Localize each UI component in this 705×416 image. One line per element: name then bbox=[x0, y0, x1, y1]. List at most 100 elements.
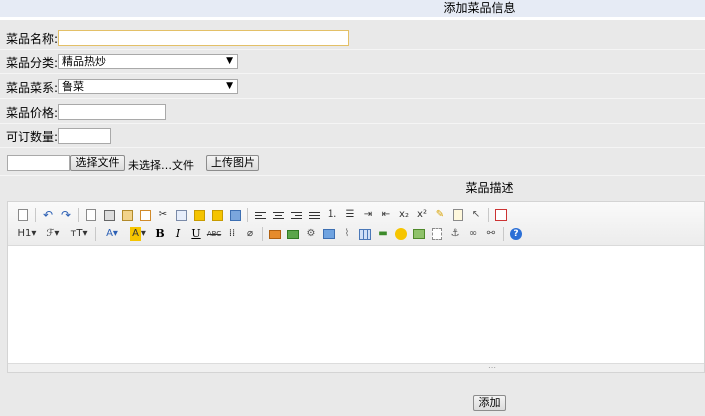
italic-icon[interactable]: I bbox=[171, 227, 185, 241]
dish-price-label: 菜品价格: bbox=[6, 106, 59, 120]
dish-name-label: 菜品名称: bbox=[6, 32, 59, 46]
font-color-icon[interactable]: A ▾ bbox=[101, 227, 123, 241]
image-path-input[interactable] bbox=[7, 155, 70, 171]
editor-resize-handle[interactable]: ⋯ bbox=[8, 363, 704, 372]
page-title-bar: 添加菜品信息 bbox=[0, 0, 705, 17]
toolbar-separator bbox=[488, 208, 489, 222]
source-icon[interactable] bbox=[16, 208, 30, 222]
page-title: 添加菜品信息 bbox=[443, 1, 516, 15]
font-family-icon[interactable]: ℱ ▾ bbox=[42, 227, 64, 241]
toolbar-separator bbox=[247, 208, 248, 222]
dish-category-value: 精品热炒 bbox=[62, 55, 106, 68]
paste-text-icon[interactable] bbox=[210, 208, 224, 222]
image-icon[interactable] bbox=[268, 227, 282, 241]
heading-icon[interactable]: H1 ▾ bbox=[16, 227, 38, 241]
select-all-icon[interactable] bbox=[451, 208, 465, 222]
align-left-icon[interactable] bbox=[253, 208, 267, 222]
line-height-icon[interactable]: ⁞⁞ bbox=[225, 227, 239, 241]
dish-cuisine-label: 菜品菜系: bbox=[6, 81, 59, 95]
unlink-icon[interactable]: ⚯ bbox=[484, 227, 498, 241]
code-icon[interactable] bbox=[138, 208, 152, 222]
anchor-icon[interactable]: ⚓ bbox=[448, 227, 462, 241]
redo-icon[interactable]: ↷ bbox=[59, 208, 73, 222]
font-size-label: тT bbox=[70, 228, 83, 239]
underline-icon[interactable]: U bbox=[189, 227, 203, 241]
description-section-title: 菜品描述 bbox=[0, 179, 705, 197]
row-dish-quantity: 可订数量: bbox=[0, 124, 705, 148]
preview-icon[interactable] bbox=[84, 208, 98, 222]
outdent-icon[interactable]: ⇤ bbox=[379, 208, 393, 222]
dish-cuisine-select[interactable]: 鲁菜 ▼ bbox=[58, 79, 238, 94]
emoticon-icon[interactable] bbox=[394, 227, 408, 241]
template-icon[interactable] bbox=[120, 208, 134, 222]
toolbar-separator bbox=[35, 208, 36, 222]
justify-icon[interactable] bbox=[307, 208, 321, 222]
about-icon[interactable]: ? bbox=[509, 227, 523, 241]
highlight-color-icon[interactable]: A ▾ bbox=[127, 227, 149, 241]
strikethrough-icon[interactable]: ABC bbox=[207, 227, 221, 241]
dish-form: 菜品名称: 菜品分类: 精品热炒 ▼ 菜品菜系: 鲁菜 ▼ 菜品价格: 可订数量… bbox=[0, 20, 705, 416]
media-icon[interactable] bbox=[322, 227, 336, 241]
link-icon[interactable]: ∞ bbox=[466, 227, 480, 241]
print-icon[interactable] bbox=[102, 208, 116, 222]
font-family-label: ℱ bbox=[46, 228, 55, 239]
toolbar-separator bbox=[95, 227, 96, 241]
eraser-icon[interactable]: ⌀ bbox=[243, 227, 257, 241]
paste-word-icon[interactable] bbox=[228, 208, 242, 222]
dish-name-input[interactable] bbox=[58, 30, 349, 46]
font-color-label: A bbox=[106, 228, 113, 239]
description-title: 菜品描述 bbox=[465, 181, 514, 195]
table-icon[interactable] bbox=[358, 227, 372, 241]
chevron-down-icon: ▼ bbox=[226, 81, 233, 91]
copy-icon[interactable] bbox=[174, 208, 188, 222]
paste-icon[interactable] bbox=[192, 208, 206, 222]
attachment-icon[interactable]: ⌇ bbox=[340, 227, 354, 241]
superscript-icon[interactable]: x² bbox=[415, 208, 429, 222]
font-size-icon[interactable]: тT ▾ bbox=[68, 227, 90, 241]
cut-icon[interactable]: ✂ bbox=[156, 208, 170, 222]
chevron-down-icon: ▼ bbox=[226, 56, 233, 66]
dish-quantity-input[interactable] bbox=[58, 128, 111, 144]
row-dish-name: 菜品名称: bbox=[0, 26, 705, 50]
dish-category-label: 菜品分类: bbox=[6, 56, 59, 70]
submit-add-button[interactable]: 添加 bbox=[473, 395, 506, 411]
editor-content-area[interactable] bbox=[8, 246, 704, 363]
dish-cuisine-value: 鲁菜 bbox=[62, 80, 84, 93]
row-dish-category: 菜品分类: 精品热炒 ▼ bbox=[0, 50, 705, 74]
clear-format-icon[interactable]: ✎ bbox=[433, 208, 447, 222]
editor-toolbar: ↶ ↷ ✂ ⒈ ☰ ⇥ ⇤ x₂ x² ✎ ↖ H1 ▾ ℱ ▾ тT ▾ A … bbox=[8, 202, 704, 246]
multi-image-icon[interactable] bbox=[286, 227, 300, 241]
subscript-icon[interactable]: x₂ bbox=[397, 208, 411, 222]
toolbar-separator bbox=[262, 227, 263, 241]
dish-quantity-label: 可订数量: bbox=[6, 130, 59, 144]
ordered-list-icon[interactable]: ⒈ bbox=[325, 208, 339, 222]
add-dish-page: 添加菜品信息 菜品名称: 菜品分类: 精品热炒 ▼ 菜品菜系: 鲁菜 ▼ 菜品价… bbox=[0, 0, 705, 416]
undo-icon[interactable]: ↶ bbox=[41, 208, 55, 222]
upload-image-button[interactable]: 上传图片 bbox=[206, 155, 259, 171]
highlight-label: A bbox=[130, 227, 141, 241]
bold-icon[interactable]: B bbox=[153, 227, 167, 241]
row-dish-cuisine: 菜品菜系: 鲁菜 ▼ bbox=[0, 75, 705, 99]
unordered-list-icon[interactable]: ☰ bbox=[343, 208, 357, 222]
resize-grip-icon: ⋯ bbox=[488, 363, 496, 372]
align-center-icon[interactable] bbox=[271, 208, 285, 222]
toolbar-row-2: H1 ▾ ℱ ▾ тT ▾ A ▾ A ▾ B I U ABC ⁞⁞ ⌀ ⚙ ⌇… bbox=[14, 225, 525, 243]
row-dish-price: 菜品价格: bbox=[0, 100, 705, 124]
toolbar-separator bbox=[503, 227, 504, 241]
flash-icon[interactable]: ⚙ bbox=[304, 227, 318, 241]
file-status-text: 未选择…文件 bbox=[128, 159, 194, 172]
heading-label: H1 bbox=[17, 228, 32, 239]
dish-category-select[interactable]: 精品热炒 ▼ bbox=[58, 54, 238, 69]
align-right-icon[interactable] bbox=[289, 208, 303, 222]
rich-text-editor: ↶ ↷ ✂ ⒈ ☰ ⇥ ⇤ x₂ x² ✎ ↖ H1 ▾ ℱ ▾ тT ▾ A … bbox=[7, 201, 705, 373]
choose-file-button[interactable]: 选择文件 bbox=[70, 155, 125, 171]
page-break-icon[interactable] bbox=[430, 227, 444, 241]
toolbar-row-1: ↶ ↷ ✂ ⒈ ☰ ⇥ ⇤ x₂ x² ✎ ↖ bbox=[14, 206, 510, 224]
fullscreen-icon[interactable] bbox=[494, 208, 508, 222]
dish-price-input[interactable] bbox=[58, 104, 166, 120]
indent-icon[interactable]: ⇥ bbox=[361, 208, 375, 222]
hr-icon[interactable]: ▬ bbox=[376, 227, 390, 241]
baidu-map-icon[interactable] bbox=[412, 227, 426, 241]
cursor-icon[interactable]: ↖ bbox=[469, 208, 483, 222]
toolbar-separator bbox=[78, 208, 79, 222]
